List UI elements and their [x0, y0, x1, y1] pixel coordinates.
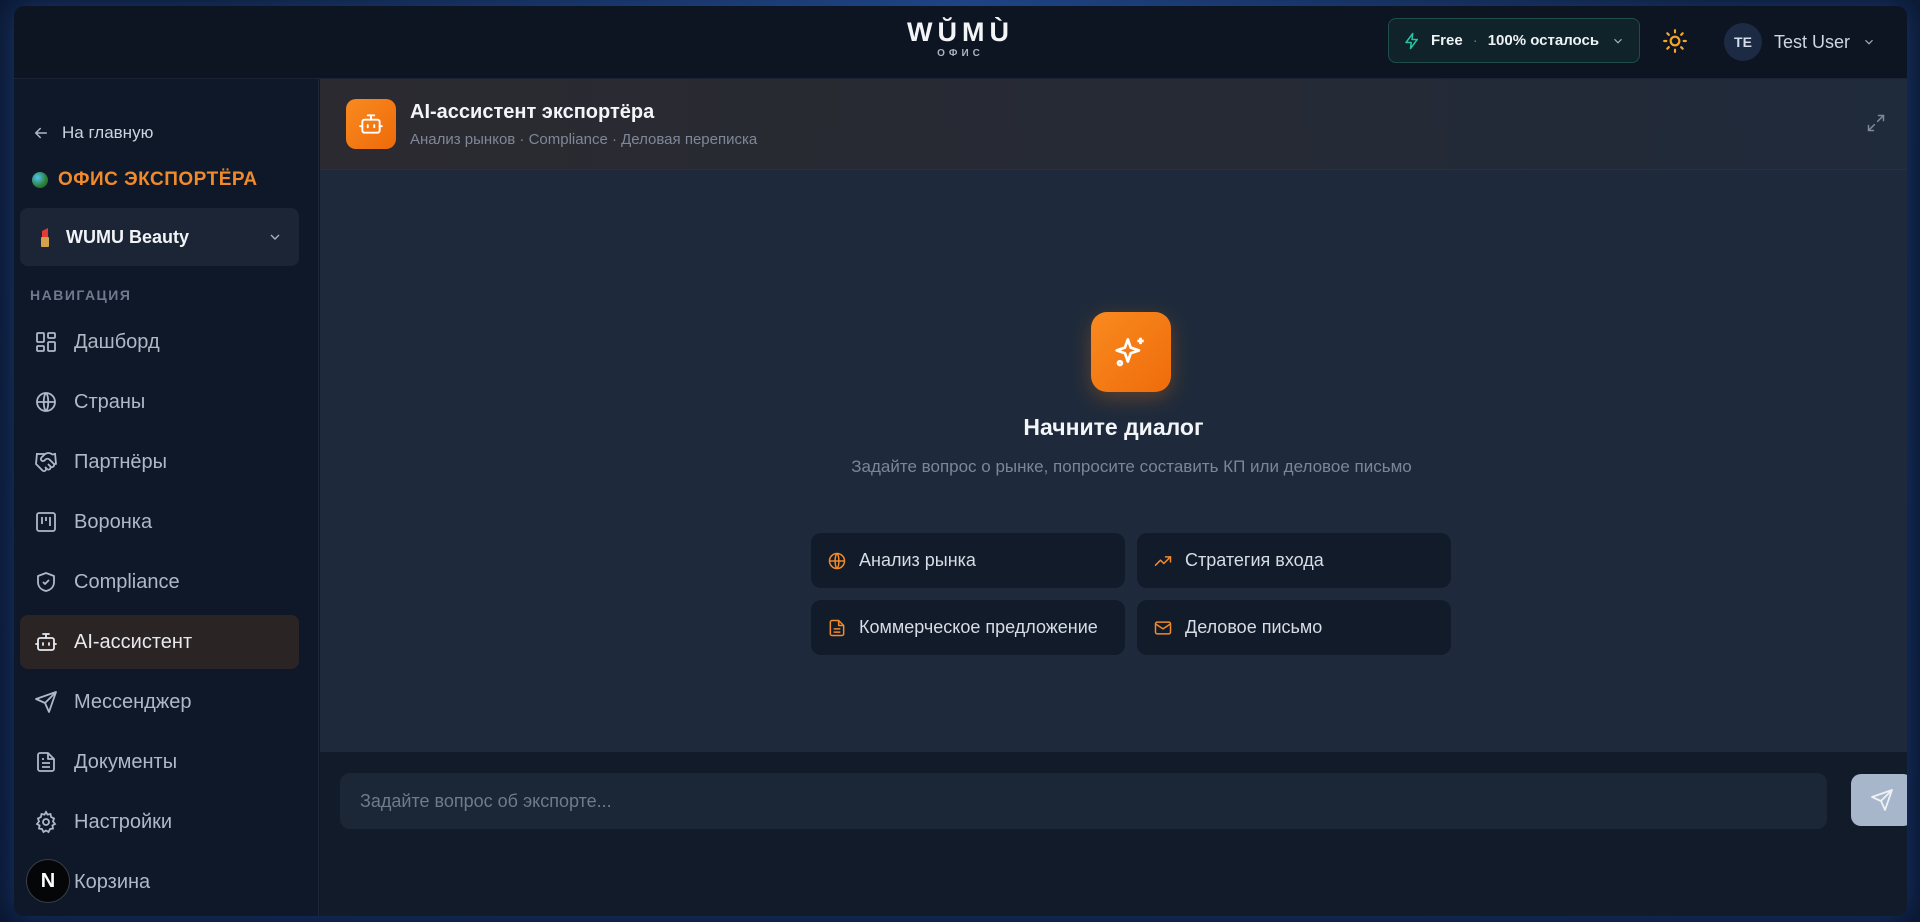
globe-icon: [36, 392, 56, 412]
lipstick-icon: [41, 228, 49, 247]
office-title-text: ОФИС ЭКСПОРТЁРА: [58, 169, 258, 190]
sidebar-item-ai-assistant[interactable]: AI-ассистент: [20, 615, 299, 669]
next-dev-badge[interactable]: N: [26, 859, 70, 903]
send-icon: [35, 691, 57, 713]
sidebar-item-label: Страны: [74, 390, 146, 413]
chat-header: AI-ассистент экспортёра Анализ рынков · …: [320, 79, 1907, 170]
company-selector[interactable]: WUMU Beauty: [20, 208, 299, 266]
nav-list: Дашборд Страны Партнёры Воронка Complian…: [20, 315, 299, 915]
logo-subtitle: ОФИС: [937, 48, 984, 59]
sidebar-item-label: Воронка: [74, 510, 153, 533]
chevron-down-icon: [1614, 38, 1622, 44]
suggestion-entry-strategy[interactable]: Стратегия входа: [1137, 533, 1451, 588]
sidebar-item-label: Настройки: [74, 810, 173, 833]
sparkles-icon: [1115, 337, 1144, 367]
mail-icon: [1154, 620, 1172, 635]
earth-icon: [32, 172, 48, 188]
suggestion-market-analysis[interactable]: Анализ рынка: [811, 533, 1125, 588]
back-label: На главную: [62, 123, 154, 142]
sidebar-item-label: AI-ассистент: [74, 630, 193, 653]
chat-subtitle: Анализ рынков · Compliance · Деловая пер…: [410, 131, 758, 148]
sidebar-item-settings[interactable]: Настройки: [20, 795, 299, 849]
empty-subtitle: Задайте вопрос о рынке, попросите состав…: [851, 457, 1412, 476]
sidebar-item-label: Дашборд: [74, 330, 160, 353]
empty-title: Начните диалог: [1023, 414, 1204, 440]
sidebar-item-partners[interactable]: Партнёры: [20, 435, 299, 489]
theme-toggle-sun-icon[interactable]: [1662, 28, 1688, 54]
chat-title: AI-ассистент экспортёра: [410, 101, 655, 123]
plan-remaining: 100% осталось: [1487, 32, 1600, 49]
document-icon: [37, 752, 55, 772]
office-title: ОФИС ЭКСПОРТЁРА: [32, 169, 258, 191]
sidebar-item-messenger[interactable]: Мессенджер: [20, 675, 299, 729]
shield-check-icon: [37, 572, 55, 592]
suggestion-business-letter[interactable]: Деловое письмо: [1137, 600, 1451, 655]
sparkles-tile: [1091, 312, 1171, 392]
bot-icon: [359, 114, 383, 134]
suggestion-label: Стратегия входа: [1185, 550, 1324, 570]
nav-caption: НАВИГАЦИЯ: [30, 287, 132, 303]
empty-state: Начните диалог Задайте вопрос о рынке, п…: [320, 170, 1907, 752]
logo[interactable]: WŬMÙ ОФИС: [907, 18, 1014, 59]
globe-icon: [828, 552, 846, 569]
plan-name: Free: [1431, 32, 1463, 49]
plan-separator: ·: [1472, 32, 1478, 49]
chevron-down-icon: [1865, 39, 1873, 45]
sidebar-item-dashboard[interactable]: Дашборд: [20, 315, 299, 369]
suggestion-label: Деловое письмо: [1185, 617, 1323, 637]
arrow-left-icon: [34, 127, 47, 139]
suggestions: Анализ рынка Стратегия входа Коммерческо…: [811, 533, 1451, 655]
chat-panel: AI-ассистент экспортёра Анализ рынков · …: [320, 79, 1907, 916]
sidebar-item-label: Партнёры: [74, 450, 168, 473]
sidebar-item-label: Корзина: [74, 870, 151, 893]
user-menu[interactable]: TE Test User: [1724, 22, 1876, 62]
bot-icon: [35, 633, 57, 651]
expand-icon[interactable]: [1866, 113, 1886, 133]
company-name: WUMU Beauty: [66, 226, 190, 247]
logo-text: WŬMÙ: [907, 17, 1014, 47]
app-window: WŬMÙ ОФИС Free · 100% осталось TE Test U…: [14, 6, 1907, 916]
sidebar-item-label: Документы: [74, 750, 178, 773]
suggestion-commercial-offer[interactable]: Коммерческое предложение: [811, 600, 1125, 655]
sidebar-item-funnel[interactable]: Воронка: [20, 495, 299, 549]
sidebar-item-countries[interactable]: Страны: [20, 375, 299, 429]
suggestion-label: Анализ рынка: [859, 550, 976, 570]
sidebar-item-compliance[interactable]: Compliance: [20, 555, 299, 609]
dashboard-icon: [36, 332, 56, 352]
composer: [320, 752, 1907, 916]
back-to-home-link[interactable]: На главную: [32, 123, 153, 143]
gear-icon: [35, 810, 57, 834]
chevron-down-icon: [270, 234, 280, 240]
top-bar: WŬMÙ ОФИС Free · 100% осталось TE Test U…: [14, 6, 1907, 79]
send-button[interactable]: [1851, 774, 1907, 826]
assistant-avatar: [346, 99, 396, 149]
sidebar-item-documents[interactable]: Документы: [20, 735, 299, 789]
message-input[interactable]: [340, 773, 1827, 829]
document-icon: [829, 619, 845, 636]
sidebar: На главную ОФИС ЭКСПОРТЁРА WUMU Beauty Н…: [14, 79, 319, 916]
kanban-icon: [36, 512, 56, 532]
avatar: TE: [1724, 23, 1762, 61]
suggestion-label: Коммерческое предложение: [859, 617, 1098, 637]
lightning-icon: [1405, 32, 1418, 49]
sidebar-item-label: Compliance: [74, 570, 180, 593]
plan-usage-button[interactable]: Free · 100% осталось: [1388, 18, 1640, 63]
trending-up-icon: [1154, 555, 1172, 566]
sidebar-item-label: Мессенджер: [74, 690, 192, 713]
user-name: Test User: [1774, 31, 1851, 52]
send-icon: [1871, 789, 1893, 811]
handshake-icon: [35, 452, 57, 472]
